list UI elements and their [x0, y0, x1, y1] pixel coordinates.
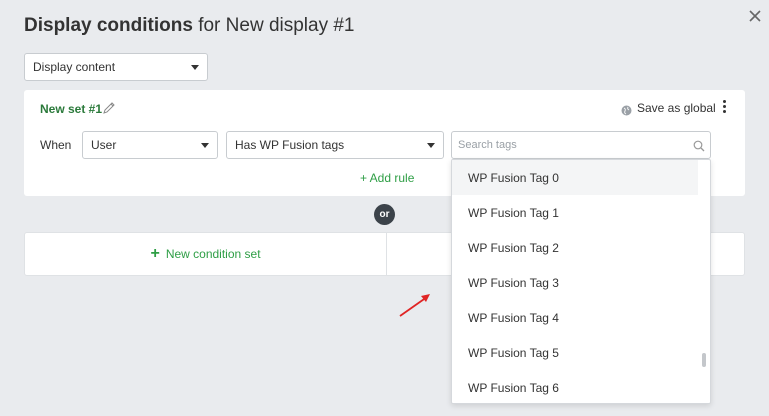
operator-select[interactable]: Has WP Fusion tags — [226, 131, 444, 159]
pencil-icon[interactable] — [102, 101, 116, 115]
dropdown-item[interactable]: WP Fusion Tag 0 — [452, 160, 698, 195]
modal-title: Display conditions for New display #1 — [24, 15, 355, 37]
search-tags-input[interactable] — [452, 132, 710, 158]
subject-select[interactable]: User — [82, 131, 218, 159]
caret-down-icon — [427, 143, 435, 148]
subject-select-value: User — [91, 138, 117, 152]
new-condition-set-label: New condition set — [165, 247, 261, 261]
dropdown-item[interactable]: WP Fusion Tag 2 — [452, 230, 698, 265]
dropdown-item[interactable]: WP Fusion Tag 6 — [452, 370, 698, 403]
close-icon[interactable] — [746, 7, 764, 25]
plus-icon: + — [150, 245, 160, 262]
display-content-select-value: Display content — [33, 60, 116, 74]
modal-title-rest: for New display #1 — [192, 15, 355, 36]
save-as-global-button[interactable]: Save as global — [637, 101, 716, 115]
dropdown-item[interactable]: WP Fusion Tag 5 — [452, 335, 698, 370]
dropdown-scrollbar[interactable] — [702, 353, 706, 367]
condition-set-title: New set #1 — [40, 102, 103, 116]
modal-title-strong: Display conditions — [24, 15, 193, 36]
dropdown-item[interactable]: WP Fusion Tag 1 — [452, 195, 698, 230]
caret-down-icon — [191, 65, 199, 70]
search-icon — [693, 139, 705, 152]
divider — [386, 233, 387, 275]
new-condition-set-button[interactable]: + New condition set — [25, 233, 386, 275]
more-options-icon[interactable] — [720, 100, 728, 116]
tags-dropdown: WP Fusion Tag 0 WP Fusion Tag 1 WP Fusio… — [451, 159, 711, 404]
display-content-select[interactable]: Display content — [24, 53, 208, 81]
globe-icon — [621, 103, 632, 116]
dropdown-item[interactable]: WP Fusion Tag 4 — [452, 300, 698, 335]
dropdown-item[interactable]: WP Fusion Tag 3 — [452, 265, 698, 300]
caret-down-icon — [201, 143, 209, 148]
annotation-arrow-icon — [397, 292, 433, 318]
search-tags-box — [451, 131, 711, 159]
add-rule-button[interactable]: + Add rule — [360, 171, 414, 185]
or-badge: or — [374, 204, 395, 225]
operator-select-value: Has WP Fusion tags — [235, 138, 345, 152]
when-label: When — [40, 138, 72, 152]
